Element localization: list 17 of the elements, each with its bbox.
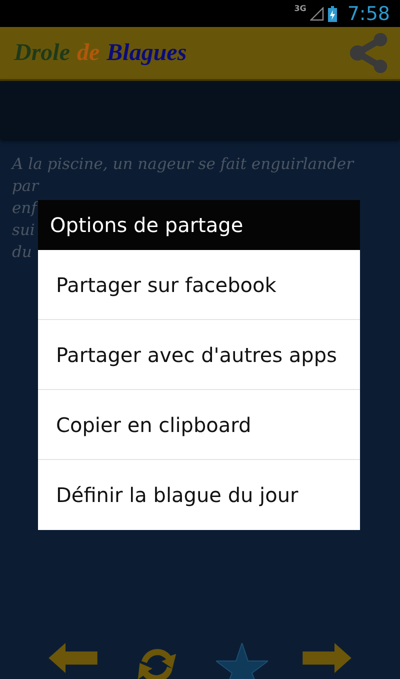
joke-text: sui [12,220,35,241]
share-icon[interactable] [348,32,390,74]
network-label: 3G [294,4,306,13]
star-icon[interactable] [216,643,268,679]
joke-text: A la piscine, un nageur se fait enguirlander [12,154,354,175]
clock: 7:58 [347,2,390,24]
signal-icon [310,6,324,20]
left-arrow-icon[interactable] [46,643,99,673]
app-title-word: de [77,40,100,66]
joke-text: par [12,176,39,197]
app-title-word: Drole [14,40,70,66]
joke-text: du [12,242,32,263]
dialog-title: Options de partage [38,200,360,250]
app-title-word: Blagues [106,40,187,66]
battery-icon [328,6,338,22]
joke-text: enf [12,198,37,219]
right-arrow-icon[interactable] [301,643,354,673]
